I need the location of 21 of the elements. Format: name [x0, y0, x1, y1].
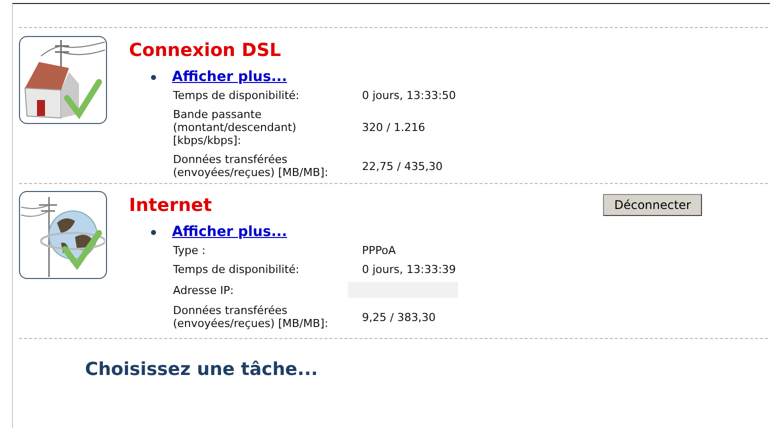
task-heading: Choisissez une tâche... [19, 338, 768, 380]
field-value: 0 jours, 13:33:39 [362, 263, 457, 276]
field-label: Temps de disponibilité: [173, 263, 300, 276]
field-value: 22,75 / 435,30 [362, 160, 444, 172]
show-more-link[interactable]: Afficher plus... [172, 69, 288, 85]
field-value: 9,25 / 383,30 [362, 310, 437, 324]
section-title: Internet [129, 194, 212, 216]
field-value: 320 / 1.216 [362, 121, 426, 134]
bullet-icon [151, 230, 156, 234]
field-label: Données transférées (envoyées/reçues) [MB/MB]: [173, 304, 330, 330]
show-more-link[interactable]: Afficher plus... [172, 224, 288, 240]
field-label: Type : [173, 244, 206, 257]
field-label: Bande passante (montant/descendant) [kbps/kbps]: [173, 108, 298, 147]
disconnect-button[interactable]: Déconnecter [603, 194, 702, 216]
field-value: 0 jours, 13:33:50 [362, 89, 456, 102]
field-label: Temps de disponibilité: [173, 89, 300, 102]
field-label: Adresse IP: [173, 284, 235, 296]
field-value: PPPoA [362, 244, 397, 257]
bullet-icon [151, 74, 156, 80]
section-title: Connexion DSL [129, 40, 282, 60]
field-label: Données transférées (envoyées/reçues) [MB/MB]: [173, 153, 330, 179]
